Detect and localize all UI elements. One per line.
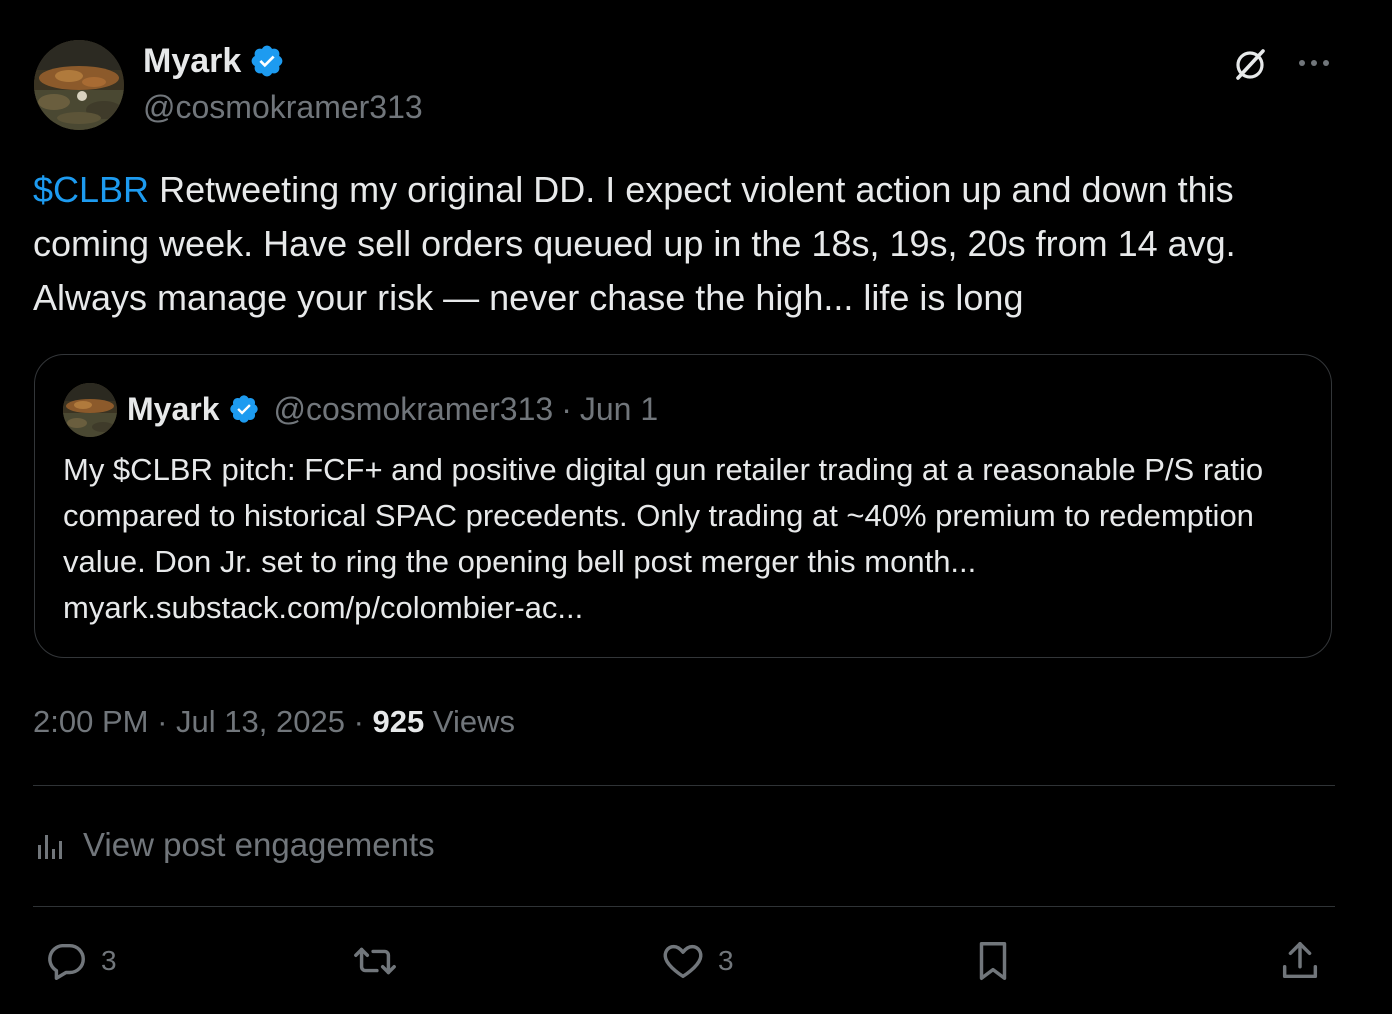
tweet-text: $CLBR Retweeting my original DD. I expec… [33, 163, 1333, 325]
tweet-meta: 2:00 PM · Jul 13, 2025 · 925 Views [33, 700, 515, 744]
bookmark-button[interactable] [970, 938, 1016, 984]
tweet-time[interactable]: 2:00 PM [33, 704, 148, 739]
quoted-author-avatar[interactable] [63, 383, 117, 437]
repost-button[interactable] [352, 938, 398, 984]
share-icon [1282, 942, 1318, 979]
quoted-text: My $CLBR pitch: FCF+ and positive digita… [63, 452, 1264, 625]
verified-badge-icon [251, 45, 283, 77]
views-label: Views [432, 704, 516, 739]
reply-icon [48, 943, 85, 980]
heart-icon [663, 944, 703, 979]
author-display-name[interactable]: Myark [143, 40, 241, 82]
cashtag-link[interactable]: $CLBR [33, 169, 149, 210]
tweet-date[interactable]: Jul 13, 2025 [176, 704, 345, 739]
meta-separator: · [353, 704, 364, 739]
author-name-row[interactable]: Myark [143, 40, 285, 82]
view-engagements-label[interactable]: View post engagements [83, 820, 435, 870]
verified-badge-icon [229, 395, 258, 423]
quoted-handle[interactable]: @cosmokramer313 [274, 387, 554, 431]
quoted-header: Myark @cosmokramer313 · Jun 1 [127, 387, 658, 431]
views-count: 925 [372, 704, 425, 739]
tweet-body: Retweeting my original DD. I expect viol… [33, 169, 1236, 318]
analytics-icon [38, 835, 62, 859]
quoted-tweet-card[interactable]: Myark @cosmokramer313 · Jun 1 My $CLBR p… [34, 354, 1332, 658]
reply-count: 3 [101, 945, 117, 976]
quoted-date[interactable]: Jun 1 [580, 387, 658, 431]
author-avatar[interactable] [34, 40, 124, 130]
bookmark-icon [979, 942, 1007, 980]
grok-icon[interactable] [1230, 44, 1270, 84]
more-dots-icon[interactable] [1294, 48, 1334, 78]
divider [33, 785, 1335, 786]
repost-icon [354, 947, 396, 975]
author-handle[interactable]: @cosmokramer313 [143, 86, 423, 128]
quoted-separator: · [561, 391, 572, 427]
quoted-display-name[interactable]: Myark [127, 387, 220, 431]
divider [33, 906, 1335, 907]
reply-button[interactable]: 3 [43, 938, 117, 984]
like-button[interactable]: 3 [660, 938, 734, 984]
like-count: 3 [718, 945, 734, 976]
meta-separator: · [157, 704, 168, 739]
share-button[interactable] [1277, 938, 1323, 984]
view-engagements-link[interactable]: View post engagements [33, 820, 435, 870]
